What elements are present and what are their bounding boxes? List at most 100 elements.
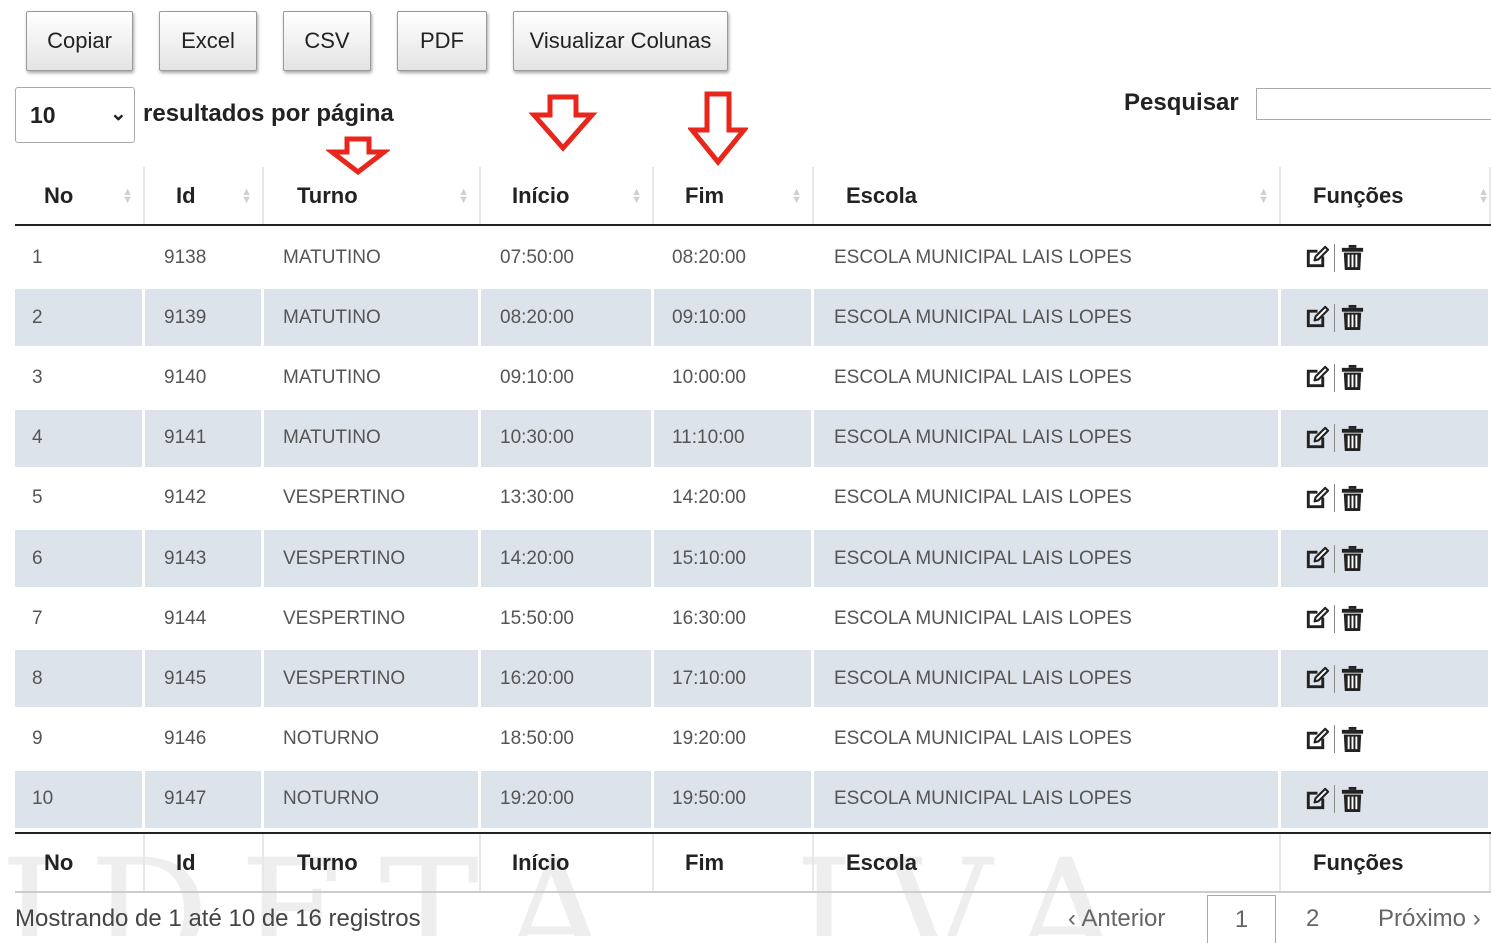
edit-icon[interactable]	[1303, 545, 1330, 572]
cell-actions	[1281, 530, 1491, 587]
trash-icon[interactable]	[1339, 364, 1366, 391]
column-header-inicio[interactable]: Início ▲ ▼	[481, 167, 654, 224]
cell-escola: ESCOLA MUNICIPAL LAIS LOPES	[814, 770, 1281, 828]
cell-fim: 19:50:00	[654, 770, 814, 828]
cell-escola: ESCOLA MUNICIPAL LAIS LOPES	[814, 349, 1281, 407]
cell-id: 9141	[145, 409, 264, 467]
csv-button[interactable]: CSV	[283, 11, 371, 71]
cell-fim: 08:20:00	[654, 229, 814, 286]
edit-icon[interactable]	[1303, 786, 1330, 813]
trash-icon[interactable]	[1339, 485, 1366, 512]
sort-icon: ▲ ▼	[241, 185, 252, 206]
edit-icon[interactable]	[1303, 605, 1330, 632]
trash-icon[interactable]	[1339, 244, 1366, 271]
cell-id: 9138	[145, 229, 264, 286]
column-visibility-button[interactable]: Visualizar Colunas	[513, 11, 728, 71]
edit-icon[interactable]	[1303, 726, 1330, 753]
action-divider	[1334, 725, 1335, 754]
table-row: 8 9145 VESPERTINO 16:20:00 17:10:00 ESCOLA MU…	[15, 650, 1491, 708]
table-row: 3 9140 MATUTINO 09:10:00 10:00:00 ESCOLA MUNI…	[15, 349, 1491, 407]
column-header-turno[interactable]: Turno ▲ ▼	[264, 167, 481, 224]
column-footer-turno: Turno	[264, 834, 481, 891]
trash-icon[interactable]	[1339, 425, 1366, 452]
column-header-no[interactable]: No ▲ ▼	[15, 167, 145, 224]
cell-no: 7	[15, 590, 145, 648]
cell-actions	[1281, 770, 1491, 828]
sort-icon: ▲ ▼	[122, 185, 133, 206]
cell-actions	[1281, 289, 1491, 347]
trash-icon[interactable]	[1339, 786, 1366, 813]
column-header-label: Escola	[846, 182, 917, 208]
cell-escola: ESCOLA MUNICIPAL LAIS LOPES	[814, 229, 1281, 286]
copy-button[interactable]: Copiar	[26, 11, 133, 71]
action-divider	[1334, 303, 1335, 332]
cell-no: 1	[15, 229, 145, 286]
cell-fim: 15:10:00	[654, 530, 814, 587]
cell-inicio: 09:10:00	[481, 349, 654, 407]
cell-id: 9139	[145, 289, 264, 347]
edit-icon[interactable]	[1303, 485, 1330, 512]
cell-escola: ESCOLA MUNICIPAL LAIS LOPES	[814, 650, 1281, 708]
cell-inicio: 18:50:00	[481, 710, 654, 768]
column-header-label: Fim	[685, 182, 725, 208]
trash-icon[interactable]	[1339, 665, 1366, 692]
edit-icon[interactable]	[1303, 304, 1330, 331]
cell-inicio: 14:20:00	[481, 530, 654, 587]
column-header-funcoes[interactable]: Funções ▲ ▼	[1281, 167, 1491, 224]
cell-fim: 17:10:00	[654, 650, 814, 708]
cell-escola: ESCOLA MUNICIPAL LAIS LOPES	[814, 469, 1281, 527]
cell-escola: ESCOLA MUNICIPAL LAIS LOPES	[814, 409, 1281, 467]
sort-icon: ▲ ▼	[1258, 185, 1269, 206]
page-length-select[interactable]: 10 ⌄	[15, 87, 135, 143]
table-info: Mostrando de 1 até 10 de 16 registros	[15, 905, 421, 932]
edit-icon[interactable]	[1303, 244, 1330, 271]
cell-id: 9145	[145, 650, 264, 708]
cell-inicio: 10:30:00	[481, 409, 654, 467]
table-row: 5 9142 VESPERTINO 13:30:00 14:20:00 ESCOLA MU…	[15, 469, 1491, 527]
table-row: 6 9143 VESPERTINO 14:20:00 15:10:00 ESCOLA MU…	[15, 530, 1491, 587]
cell-inicio: 07:50:00	[481, 229, 654, 286]
cell-inicio: 08:20:00	[481, 289, 654, 347]
column-footer-no: No	[15, 834, 145, 891]
cell-id: 9143	[145, 530, 264, 587]
cell-no: 5	[15, 469, 145, 527]
cell-id: 9147	[145, 770, 264, 828]
cell-actions	[1281, 590, 1491, 648]
table-row: 1 9138 MATUTINO 07:50:00 08:20:00 ESCOLA MUNI…	[15, 229, 1491, 286]
column-header-label: Turno	[297, 182, 358, 208]
action-divider	[1334, 243, 1335, 272]
column-header-label: Início	[512, 182, 570, 208]
action-divider	[1334, 363, 1335, 392]
cell-no: 9	[15, 710, 145, 768]
annotation-arrow-icon	[688, 91, 748, 166]
cell-fim: 11:10:00	[654, 409, 814, 467]
cell-no: 3	[15, 349, 145, 407]
edit-icon[interactable]	[1303, 364, 1330, 391]
page-length-label: resultados por página	[143, 100, 394, 127]
cell-turno: VESPERTINO	[264, 530, 481, 587]
trash-icon[interactable]	[1339, 605, 1366, 632]
edit-icon[interactable]	[1303, 425, 1330, 452]
pdf-button[interactable]: PDF	[397, 11, 487, 71]
column-header-label: Id	[176, 182, 196, 208]
edit-icon[interactable]	[1303, 665, 1330, 692]
search-input[interactable]	[1256, 88, 1491, 120]
column-header-escola[interactable]: Escola ▲ ▼	[814, 167, 1281, 224]
cell-fim: 19:20:00	[654, 710, 814, 768]
cell-inicio: 16:20:00	[481, 650, 654, 708]
excel-button[interactable]: Excel	[159, 11, 257, 71]
sort-icon: ▲ ▼	[458, 185, 469, 206]
action-divider	[1334, 424, 1335, 453]
cell-turno: NOTURNO	[264, 770, 481, 828]
cell-id: 9140	[145, 349, 264, 407]
column-header-id[interactable]: Id ▲ ▼	[145, 167, 264, 224]
column-header-fim[interactable]: Fim ▲ ▼	[654, 167, 814, 224]
trash-icon[interactable]	[1339, 545, 1366, 572]
cell-id: 9144	[145, 590, 264, 648]
column-header-label: No	[44, 182, 74, 208]
trash-icon[interactable]	[1339, 304, 1366, 331]
action-divider	[1334, 785, 1335, 814]
trash-icon[interactable]	[1339, 726, 1366, 753]
action-divider	[1334, 484, 1335, 513]
cell-turno: VESPERTINO	[264, 469, 481, 527]
